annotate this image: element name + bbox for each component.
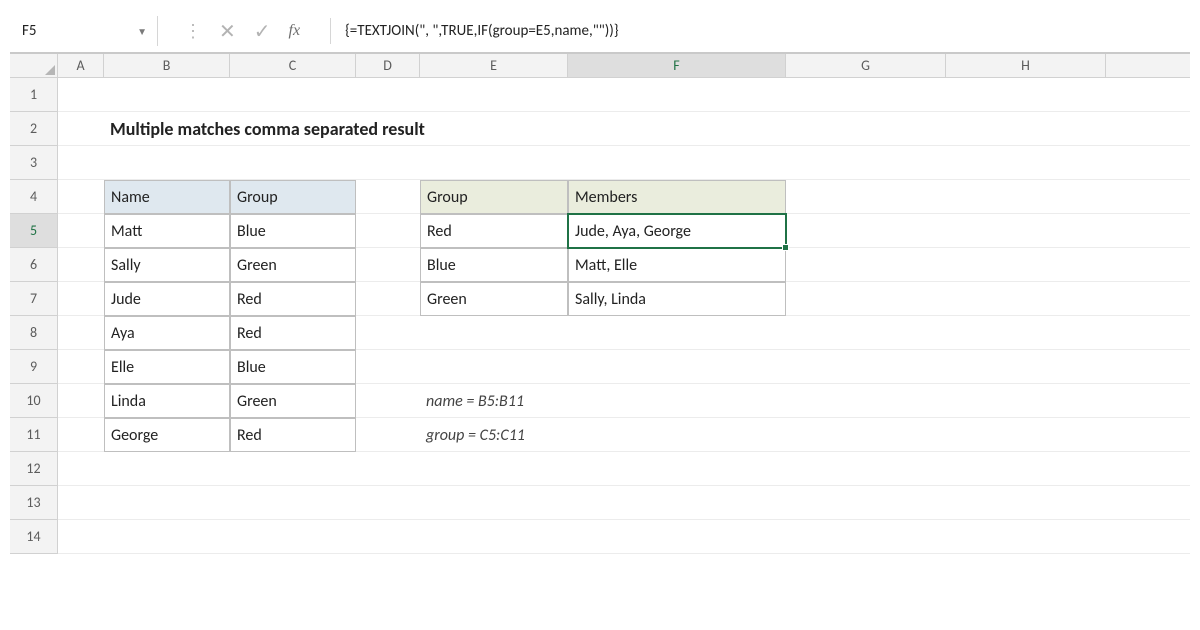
name-box-dropdown-icon[interactable]: ▼ [133, 25, 151, 38]
col-header-A[interactable]: A [58, 54, 104, 77]
excel-window: F5 ▼ ⋮ ✕ ✓ fx {=TEXTJOIN(", ",TRUE,IF(gr… [10, 10, 1190, 620]
column-headers: A B C D E F G H [10, 54, 1190, 78]
row-headers: 1 2 3 4 5 6 7 8 9 10 11 12 13 14 [10, 78, 58, 554]
t1-group[interactable]: Green [230, 384, 356, 418]
formula-input[interactable]: {=TEXTJOIN(", ",TRUE,IF(group=E5,name,""… [337, 10, 1190, 52]
row-header-4[interactable]: 4 [10, 180, 57, 214]
note-name-def: name = B5:B11 [420, 384, 720, 418]
t1-name[interactable]: Linda [104, 384, 230, 418]
col-header-F[interactable]: F [568, 54, 786, 77]
formula-bar-buttons: ⋮ ✕ ✓ fx [158, 10, 324, 52]
separator [330, 18, 331, 43]
t2-members[interactable]: Sally, Linda [568, 282, 786, 316]
fx-icon[interactable]: fx [289, 22, 311, 40]
row-header-5[interactable]: 5 [10, 214, 57, 248]
t1-name[interactable]: Matt [104, 214, 230, 248]
note-group-def: group = C5:C11 [420, 418, 720, 452]
row-header-14[interactable]: 14 [10, 520, 57, 554]
t1-name[interactable]: Jude [104, 282, 230, 316]
row-header-10[interactable]: 10 [10, 384, 57, 418]
row-header-8[interactable]: 8 [10, 316, 57, 350]
row-header-9[interactable]: 9 [10, 350, 57, 384]
row-header-11[interactable]: 11 [10, 418, 57, 452]
grid: 1 2 3 4 5 6 7 8 9 10 11 12 13 14 Multipl… [10, 78, 1190, 554]
row-header-2[interactable]: 2 [10, 112, 57, 146]
col-header-G[interactable]: G [786, 54, 946, 77]
t2-members[interactable]: Jude, Aya, George [568, 214, 786, 248]
t1-group[interactable]: Red [230, 316, 356, 350]
t2-group[interactable]: Red [420, 214, 568, 248]
t1-name[interactable]: Elle [104, 350, 230, 384]
t2-header-group[interactable]: Group [420, 180, 568, 214]
formula-bar: F5 ▼ ⋮ ✕ ✓ fx {=TEXTJOIN(", ",TRUE,IF(gr… [10, 10, 1190, 54]
col-header-C[interactable]: C [230, 54, 356, 77]
drag-handle-icon: ⋮ [184, 20, 201, 42]
row-header-7[interactable]: 7 [10, 282, 57, 316]
t2-members[interactable]: Matt, Elle [568, 248, 786, 282]
row-header-13[interactable]: 13 [10, 486, 57, 520]
page-title: Multiple matches comma separated result [104, 112, 704, 146]
row-header-6[interactable]: 6 [10, 248, 57, 282]
t1-header-group[interactable]: Group [230, 180, 356, 214]
col-header-E[interactable]: E [420, 54, 568, 77]
t1-header-name[interactable]: Name [104, 180, 230, 214]
row-header-3[interactable]: 3 [10, 146, 57, 180]
t2-group[interactable]: Green [420, 282, 568, 316]
t1-group[interactable]: Red [230, 282, 356, 316]
t1-name[interactable]: Aya [104, 316, 230, 350]
t1-group[interactable]: Green [230, 248, 356, 282]
cancel-formula-icon[interactable]: ✕ [219, 19, 236, 44]
t1-name[interactable]: Sally [104, 248, 230, 282]
name-box[interactable]: F5 [18, 20, 133, 42]
accept-formula-icon[interactable]: ✓ [254, 19, 271, 44]
t1-name[interactable]: George [104, 418, 230, 452]
col-header-B[interactable]: B [104, 54, 230, 77]
t2-header-members[interactable]: Members [568, 180, 786, 214]
t1-group[interactable]: Blue [230, 350, 356, 384]
name-box-wrap[interactable]: F5 ▼ [10, 16, 158, 46]
col-header-H[interactable]: H [946, 54, 1106, 77]
t2-group[interactable]: Blue [420, 248, 568, 282]
row-header-12[interactable]: 12 [10, 452, 57, 486]
cell-area[interactable]: Multiple matches comma separated result … [58, 78, 1190, 554]
col-header-D[interactable]: D [356, 54, 420, 77]
select-all-corner[interactable] [10, 54, 58, 77]
t1-group[interactable]: Blue [230, 214, 356, 248]
t1-group[interactable]: Red [230, 418, 356, 452]
row-header-1[interactable]: 1 [10, 78, 57, 112]
